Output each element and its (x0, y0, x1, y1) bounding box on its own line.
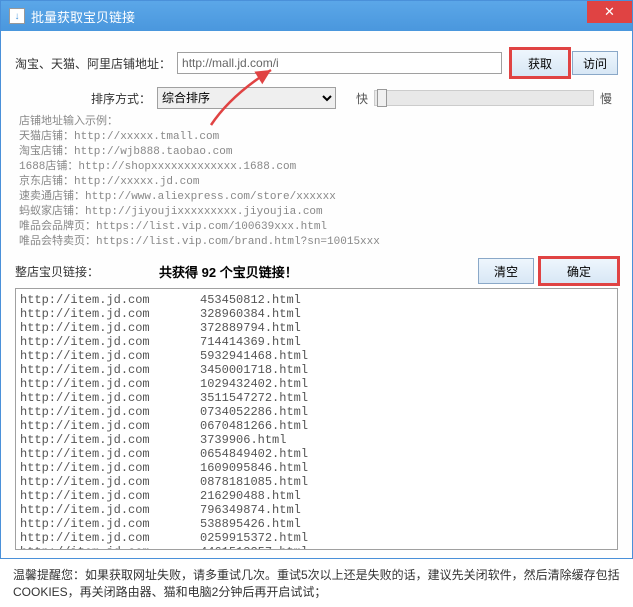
app-icon: ↓ (9, 8, 25, 24)
url-input[interactable] (177, 52, 502, 74)
speed-slider[interactable] (374, 90, 594, 106)
visit-button[interactable]: 访问 (572, 51, 618, 75)
count-label: 共获得 92 个宝贝链接！ (159, 262, 298, 281)
titlebar: ↓ 批量获取宝贝链接 ✕ (1, 1, 632, 31)
url-label: 淘宝、天猫、阿里店铺地址： (15, 55, 171, 72)
sort-label: 排序方式： (91, 90, 151, 107)
ok-button[interactable]: 确定 (540, 258, 618, 284)
examples-block: 店铺地址输入示例： 天猫店铺：http://xxxxx.tmall.com 淘宝… (15, 115, 618, 250)
links-textarea[interactable] (15, 288, 618, 550)
fast-label: 快 (356, 90, 368, 107)
slow-label: 慢 (600, 90, 612, 107)
tip-text: 温馨提醒您：如果获取网址失败，请多重试几次。重试5次以上还是失败的话，建议先关闭… (1, 561, 632, 607)
fetch-button[interactable]: 获取 (511, 49, 569, 77)
window-title: 批量获取宝贝链接 (31, 7, 135, 26)
main-window: ↓ 批量获取宝贝链接 ✕ 淘宝、天猫、阿里店铺地址： 获取 访问 排序方式： 综… (0, 0, 633, 559)
slider-thumb[interactable] (377, 89, 387, 107)
clear-button[interactable]: 清空 (478, 258, 534, 284)
list-label: 整店宝贝链接： (15, 263, 99, 280)
close-button[interactable]: ✕ (587, 1, 632, 23)
sort-select[interactable]: 综合排序 (157, 87, 336, 109)
